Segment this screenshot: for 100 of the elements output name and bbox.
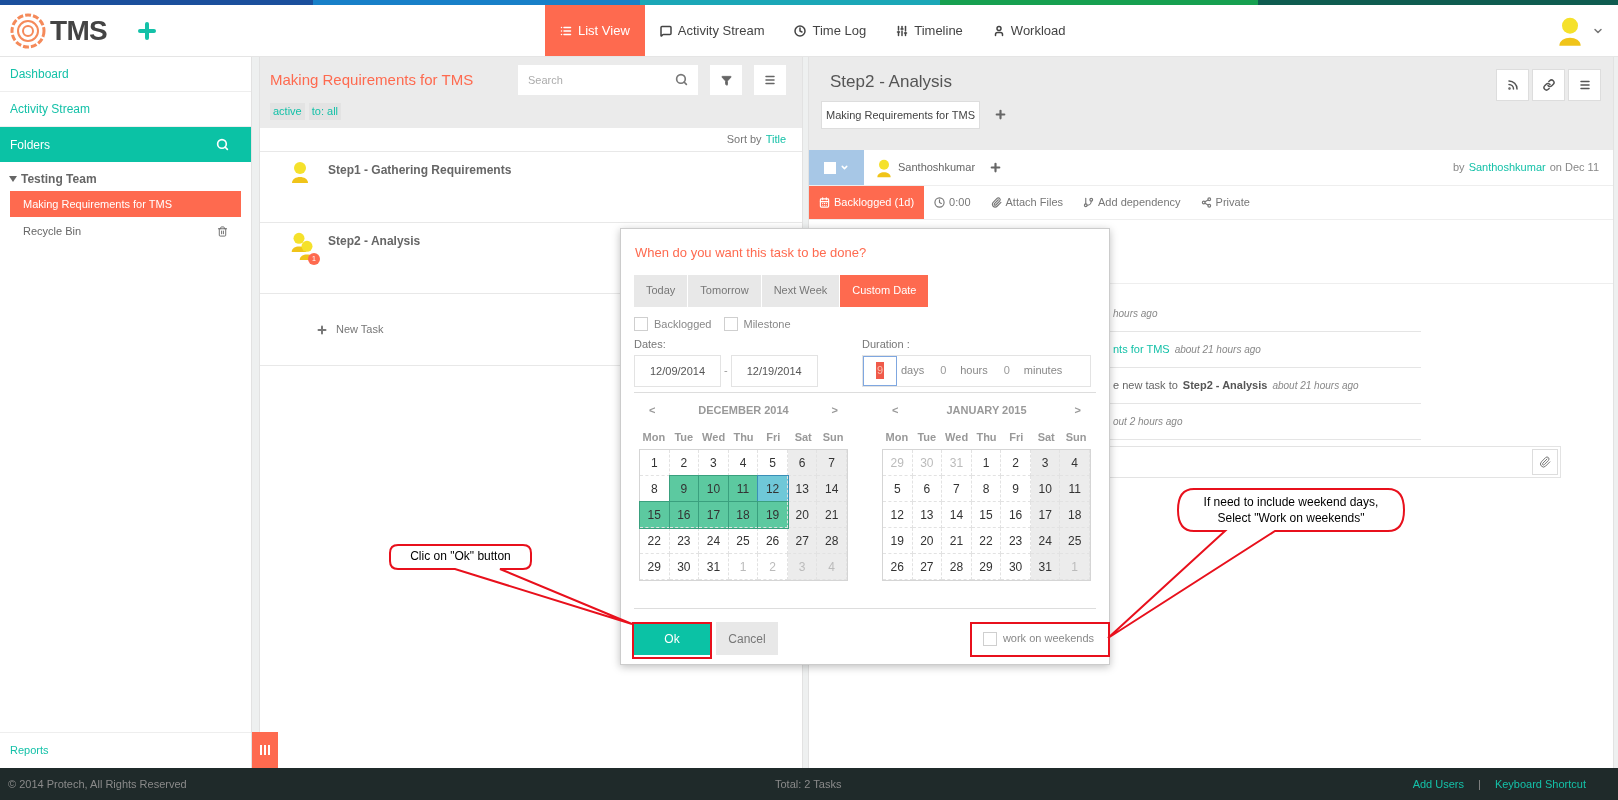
date-cell[interactable]: 27 <box>912 554 943 580</box>
date-cell[interactable]: 28 <box>942 554 972 580</box>
date-cell[interactable]: 29 <box>640 554 670 580</box>
date-cell[interactable]: 31 <box>699 554 729 580</box>
date-cell[interactable]: 18 <box>728 502 759 528</box>
date-cell[interactable]: 18 <box>1060 502 1090 528</box>
date-cell[interactable]: 7 <box>942 476 972 502</box>
plus-icon[interactable] <box>993 108 1007 122</box>
search-field[interactable]: Search <box>518 65 698 95</box>
checkbox[interactable] <box>982 631 997 646</box>
nav-tab[interactable]: Workload <box>977 5 1081 56</box>
filter-button[interactable] <box>710 65 742 95</box>
folder-group[interactable]: Testing Team <box>21 170 97 188</box>
nav-tab[interactable]: Time Log <box>779 5 882 56</box>
date-cell[interactable]: 20 <box>912 528 943 554</box>
preset-tab[interactable]: Today <box>634 274 688 307</box>
date-cell[interactable]: 15 <box>640 502 670 528</box>
task-action[interactable]: Private <box>1190 186 1260 219</box>
date-cell[interactable]: 22 <box>971 528 1002 554</box>
date-cell[interactable]: 6 <box>787 450 818 476</box>
footer-link[interactable]: Add Users <box>1412 775 1464 793</box>
date-cell[interactable]: 23 <box>1001 528 1031 554</box>
menu-button[interactable] <box>1568 69 1601 101</box>
date-cell[interactable]: 3 <box>699 450 729 476</box>
date-cell[interactable]: 9 <box>669 476 700 502</box>
date-cell[interactable]: 17 <box>1030 502 1061 528</box>
date-cell[interactable]: 8 <box>971 476 1002 502</box>
date-cell[interactable]: 2 <box>669 450 700 476</box>
folder-item[interactable]: Recycle Bin <box>10 218 241 244</box>
rss-button[interactable] <box>1496 69 1529 101</box>
task-action[interactable]: Attach Files <box>980 186 1073 219</box>
status-dropdown[interactable] <box>809 150 864 185</box>
menu-button[interactable] <box>754 65 786 95</box>
date-cell[interactable]: 21 <box>817 502 847 528</box>
date-cell[interactable]: 29 <box>971 554 1002 580</box>
start-date-field[interactable]: 12/09/2014 <box>634 354 721 387</box>
preset-tab[interactable]: Next Week <box>761 274 840 307</box>
folder-chip[interactable]: Making Requirements for TMS <box>821 100 980 129</box>
date-cell[interactable]: 13 <box>787 476 818 502</box>
date-cell[interactable]: 9 <box>1001 476 1031 502</box>
date-cell[interactable]: 5 <box>883 476 913 502</box>
date-cell[interactable]: 22 <box>640 528 670 554</box>
collapse-handle[interactable] <box>252 732 278 768</box>
caret-icon[interactable] <box>9 175 17 183</box>
date-cell[interactable]: 30 <box>669 554 700 580</box>
search-icon[interactable] <box>675 73 688 86</box>
date-cell[interactable]: 4 <box>728 450 759 476</box>
date-cell[interactable]: 24 <box>699 528 729 554</box>
date-cell[interactable]: 24 <box>1030 528 1061 554</box>
date-cell[interactable]: 14 <box>817 476 847 502</box>
date-cell[interactable]: 25 <box>1060 528 1090 554</box>
date-cell[interactable]: 21 <box>942 528 972 554</box>
plus-icon[interactable] <box>989 161 1003 174</box>
task-title[interactable]: Step2 - Analysis <box>328 232 421 250</box>
date-cell[interactable]: 19 <box>758 502 788 528</box>
checkbox[interactable] <box>634 316 648 331</box>
option-label[interactable]: Milestone <box>743 315 791 332</box>
date-cell[interactable]: 27 <box>787 528 818 554</box>
assignee-name[interactable]: Santhoshkumar <box>898 159 976 176</box>
preset-tab[interactable]: Tomorrow <box>688 274 761 307</box>
date-cell[interactable]: 15 <box>971 502 1002 528</box>
footer-link[interactable]: Keyboard Shortcut <box>1494 775 1586 793</box>
date-cell[interactable]: 10 <box>699 476 729 502</box>
date-cell[interactable]: 20 <box>787 502 818 528</box>
nav-tab[interactable]: Activity Stream <box>644 5 780 56</box>
end-date-field[interactable]: 12/19/2014 <box>730 354 818 387</box>
date-cell[interactable]: 30 <box>1001 554 1031 580</box>
date-cell[interactable]: 12 <box>758 476 788 502</box>
date-cell[interactable]: 7 <box>817 450 847 476</box>
date-cell[interactable]: 8 <box>640 476 670 502</box>
date-cell[interactable]: 2 <box>1001 450 1031 476</box>
date-cell[interactable]: 14 <box>942 502 972 528</box>
date-cell[interactable]: 11 <box>1060 476 1090 502</box>
date-cell[interactable]: 4 <box>1060 450 1090 476</box>
task-action[interactable]: Add dependency <box>1073 186 1191 219</box>
date-cell[interactable]: 10 <box>1030 476 1061 502</box>
date-cell[interactable]: 11 <box>728 476 759 502</box>
date-cell[interactable]: 3 <box>1030 450 1061 476</box>
date-cell[interactable]: 26 <box>758 528 788 554</box>
date-cell[interactable]: 16 <box>669 502 700 528</box>
task-row[interactable]: Step1 - Gathering Requirements <box>260 152 802 223</box>
date-cell[interactable]: 19 <box>883 528 913 554</box>
date-cell[interactable]: 12 <box>883 502 913 528</box>
task-link[interactable]: Step2 - Analysis <box>1182 377 1268 394</box>
date-cell[interactable]: 5 <box>758 450 788 476</box>
checkbox[interactable] <box>723 316 738 331</box>
attach-button[interactable] <box>1532 449 1558 475</box>
task-action[interactable]: 0:00 <box>924 186 981 219</box>
date-cell[interactable]: 1 <box>971 450 1002 476</box>
option-label[interactable]: Backlogged <box>654 315 712 332</box>
date-cell[interactable]: 17 <box>699 502 729 528</box>
date-cell[interactable]: 26 <box>883 554 913 580</box>
date-cell[interactable]: 1 <box>640 450 670 476</box>
cancel-button[interactable]: Cancel <box>716 622 778 655</box>
date-cell[interactable]: 13 <box>912 502 943 528</box>
date-cell[interactable]: 31 <box>1030 554 1061 580</box>
weekends-label[interactable]: work on weekends <box>1002 630 1094 647</box>
date-cell[interactable]: 28 <box>817 528 847 554</box>
nav-tab[interactable]: Timeline <box>881 5 978 56</box>
link-button[interactable] <box>1532 69 1565 101</box>
